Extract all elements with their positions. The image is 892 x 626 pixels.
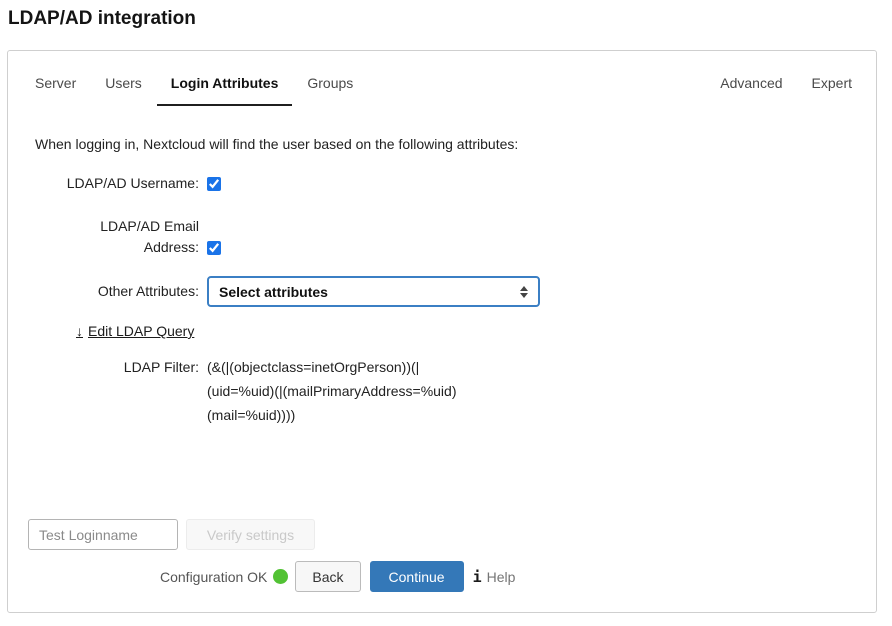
email-checkbox[interactable]: [207, 241, 221, 255]
other-attributes-label: Other Attributes:: [49, 281, 199, 302]
tab-server[interactable]: Server: [35, 75, 76, 106]
tab-expert[interactable]: Expert: [812, 75, 852, 91]
email-label: LDAP/AD Email Address:: [49, 216, 199, 258]
tabs-left-group: Server Users Login Attributes Groups: [35, 75, 353, 106]
select-updown-icon: [520, 286, 528, 298]
ldap-wizard-panel: Server Users Login Attributes Groups Adv…: [7, 50, 877, 613]
help-label: Help: [487, 569, 516, 585]
status-actions-row: Configuration OK Back Continue i Help: [160, 561, 856, 592]
down-arrow-icon: ↓: [76, 323, 83, 339]
test-loginname-input[interactable]: [28, 519, 178, 550]
status-ok-indicator: [273, 569, 288, 584]
username-row: LDAP/AD Username:: [35, 173, 856, 194]
wizard-footer: Verify settings Configuration OK Back Co…: [28, 519, 856, 592]
username-label: LDAP/AD Username:: [49, 173, 199, 194]
tab-login-attributes[interactable]: Login Attributes: [157, 75, 293, 106]
page-title: LDAP/AD integration: [8, 8, 196, 30]
attributes-select-value: Select attributes: [219, 284, 328, 300]
tab-bar: Server Users Login Attributes Groups Adv…: [8, 51, 876, 106]
test-login-row: Verify settings: [28, 519, 856, 550]
intro-text: When logging in, Nextcloud will find the…: [35, 136, 856, 152]
ldap-filter-label: LDAP Filter:: [49, 358, 199, 376]
ldap-filter-row: LDAP Filter: (&(|(objectclass=inetOrgPer…: [35, 358, 856, 427]
continue-button[interactable]: Continue: [370, 561, 464, 592]
back-button[interactable]: Back: [295, 561, 360, 592]
ldap-filter-value: (&(|(objectclass=inetOrgPerson))(| (uid=…: [207, 355, 552, 427]
other-attributes-row: Other Attributes: Select attributes: [35, 276, 856, 307]
login-attributes-content: When logging in, Nextcloud will find the…: [8, 136, 876, 427]
info-icon: i: [473, 568, 482, 586]
help-link[interactable]: i Help: [473, 568, 516, 586]
configuration-status-text: Configuration OK: [160, 569, 267, 585]
tab-groups[interactable]: Groups: [307, 75, 353, 106]
attributes-select[interactable]: Select attributes: [207, 276, 540, 307]
email-row: LDAP/AD Email Address:: [35, 216, 856, 258]
tabs-right-group: Advanced Expert: [720, 75, 852, 91]
edit-ldap-query-link[interactable]: ↓ Edit LDAP Query: [76, 323, 194, 339]
username-checkbox[interactable]: [207, 177, 221, 191]
edit-ldap-query-label: Edit LDAP Query: [88, 323, 194, 339]
tab-advanced[interactable]: Advanced: [720, 75, 782, 91]
verify-settings-button[interactable]: Verify settings: [186, 519, 315, 550]
tab-users[interactable]: Users: [105, 75, 142, 106]
